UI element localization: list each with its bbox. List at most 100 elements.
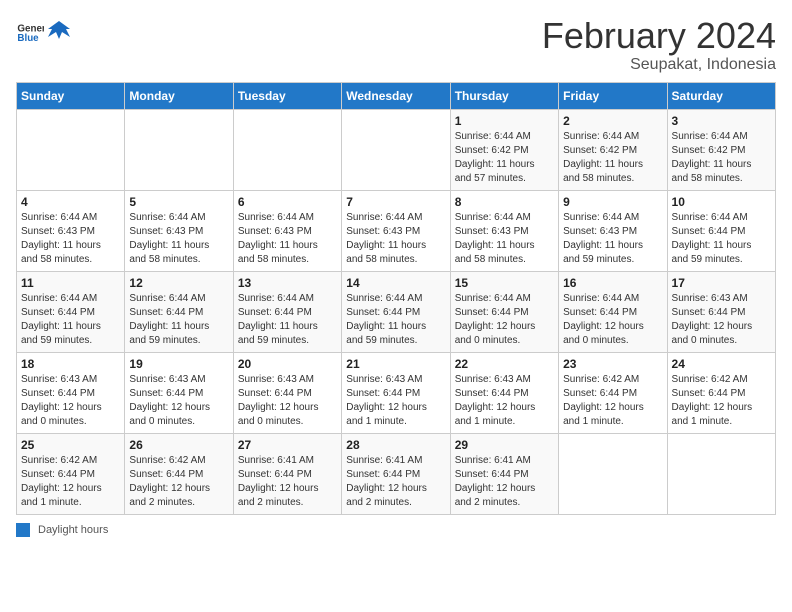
calendar-day-cell: 2Sunrise: 6:44 AM Sunset: 6:42 PM Daylig… — [559, 109, 667, 190]
calendar-day-cell: 10 Sunrise: 6:44 AM Sunset: 6:44 PM Dayli… — [667, 190, 775, 271]
day-number: 17 — [672, 276, 771, 290]
day-number: 8 — [455, 195, 554, 209]
day-info: Sunrise: 6:44 AM Sunset: 6:44 PM Dayligh… — [672, 211, 771, 267]
calendar-week-row: 4 Sunrise: 6:44 AM Sunset: 6:43 PM Daylig… — [17, 190, 776, 271]
calendar-day-cell: 1Sunrise: 6:44 AM Sunset: 6:42 PM Daylig… — [450, 109, 558, 190]
calendar-day-cell: 3 Sunrise: 6:44 AM Sunset: 6:42 PM Daylig… — [667, 109, 775, 190]
calendar-day-cell: 11 Sunrise: 6:44 AM Sunset: 6:44 PM Dayli… — [17, 271, 125, 352]
day-info: Sunrise: 6:44 AM Sunset: 6:44 PM Dayligh… — [455, 292, 554, 348]
calendar-day-cell — [342, 109, 450, 190]
day-info: Sunrise: 6:43 AM Sunset: 6:44 PM Dayligh… — [238, 373, 337, 429]
day-number: 20 — [238, 357, 337, 371]
day-number: 7 — [346, 195, 445, 209]
day-number: 9 — [563, 195, 662, 209]
calendar-day-cell: 5 Sunrise: 6:44 AM Sunset: 6:43 PM Daylig… — [125, 190, 233, 271]
weekday-header-cell: Sunday — [17, 82, 125, 109]
day-info: Sunrise: 6:43 AM Sunset: 6:44 PM Dayligh… — [346, 373, 445, 429]
day-info: Sunrise: 6:43 AM Sunset: 6:44 PM Dayligh… — [21, 373, 120, 429]
day-number: 18 — [21, 357, 120, 371]
calendar-day-cell: 16 Sunrise: 6:44 AM Sunset: 6:44 PM Dayli… — [559, 271, 667, 352]
calendar-day-cell — [667, 433, 775, 514]
day-info: Sunrise: 6:44 AM Sunset: 6:43 PM Dayligh… — [129, 211, 228, 267]
calendar-week-row: 1 Sunrise: 6:44 AM Sunset: 6:42 PM Daylig… — [17, 109, 776, 190]
day-number: 11 — [21, 276, 120, 290]
legend-label: Daylight hours — [38, 524, 108, 536]
calendar-day-cell: 23 Sunrise: 6:42 AM Sunset: 6:44 PM Dayli… — [559, 352, 667, 433]
calendar-day-cell: 12Sunrise: 6:44 AM Sunset: 6:44 PM Dayli… — [125, 271, 233, 352]
page-header: General Blue February 2024 Seupakat, Ind… — [16, 16, 776, 74]
calendar-day-cell: 9 Sunrise: 6:44 AM Sunset: 6:43 PM Daylig… — [559, 190, 667, 271]
day-info: Sunrise: 6:42 AM Sunset: 6:44 PM Dayligh… — [21, 454, 120, 510]
calendar-week-row: 18 Sunrise: 6:43 AM Sunset: 6:44 PM Dayli… — [17, 352, 776, 433]
calendar-day-cell: 19 Sunrise: 6:43 AM Sunset: 6:44 PM Dayli… — [125, 352, 233, 433]
calendar-day-cell: 25Sunrise: 6:42 AM Sunset: 6:44 PM Dayli… — [17, 433, 125, 514]
weekday-header-cell: Wednesday — [342, 82, 450, 109]
location-title: Seupakat, Indonesia — [542, 56, 776, 74]
calendar-day-cell: 13 Sunrise: 6:44 AM Sunset: 6:44 PM Dayli… — [233, 271, 341, 352]
day-info: Sunrise: 6:44 AM Sunset: 6:42 PM Dayligh… — [672, 130, 771, 186]
day-number: 14 — [346, 276, 445, 290]
legend-area: Daylight hours — [16, 523, 776, 537]
day-info: Sunrise: 6:42 AM Sunset: 6:44 PM Dayligh… — [563, 373, 662, 429]
day-info: Sunrise: 6:43 AM Sunset: 6:44 PM Dayligh… — [129, 373, 228, 429]
day-info: Sunrise: 6:43 AM Sunset: 6:44 PM Dayligh… — [455, 373, 554, 429]
day-info: Sunrise: 6:44 AM Sunset: 6:44 PM Dayligh… — [346, 292, 445, 348]
day-info: Sunrise: 6:44 AM Sunset: 6:43 PM Dayligh… — [455, 211, 554, 267]
calendar-day-cell — [17, 109, 125, 190]
calendar-day-cell: 4 Sunrise: 6:44 AM Sunset: 6:43 PM Daylig… — [17, 190, 125, 271]
calendar-day-cell — [233, 109, 341, 190]
calendar-day-cell — [559, 433, 667, 514]
day-number: 24 — [672, 357, 771, 371]
day-number: 21 — [346, 357, 445, 371]
day-number: 29 — [455, 438, 554, 452]
day-number: 3 — [672, 114, 771, 128]
day-number: 10 — [672, 195, 771, 209]
day-number: 22 — [455, 357, 554, 371]
day-number: 15 — [455, 276, 554, 290]
day-number: 13 — [238, 276, 337, 290]
day-info: Sunrise: 6:44 AM Sunset: 6:44 PM Dayligh… — [563, 292, 662, 348]
weekday-header-cell: Thursday — [450, 82, 558, 109]
calendar-day-cell — [125, 109, 233, 190]
day-info: Sunrise: 6:42 AM Sunset: 6:44 PM Dayligh… — [672, 373, 771, 429]
calendar-day-cell: 27 Sunrise: 6:41 AM Sunset: 6:44 PM Dayli… — [233, 433, 341, 514]
legend-box — [16, 523, 30, 537]
calendar-week-row: 25Sunrise: 6:42 AM Sunset: 6:44 PM Dayli… — [17, 433, 776, 514]
calendar-day-cell: 26Sunrise: 6:42 AM Sunset: 6:44 PM Dayli… — [125, 433, 233, 514]
day-info: Sunrise: 6:42 AM Sunset: 6:44 PM Dayligh… — [129, 454, 228, 510]
day-info: Sunrise: 6:44 AM Sunset: 6:43 PM Dayligh… — [21, 211, 120, 267]
calendar-body: 1 Sunrise: 6:44 AM Sunset: 6:42 PM Daylig… — [17, 109, 776, 514]
day-info: Sunrise: 6:43 AM Sunset: 6:44 PM Dayligh… — [672, 292, 771, 348]
day-number: 27 — [238, 438, 337, 452]
day-info: Sunrise: 6:44 AM Sunset: 6:42 PM Dayligh… — [563, 130, 662, 186]
calendar-day-cell: 18 Sunrise: 6:43 AM Sunset: 6:44 PM Dayli… — [17, 352, 125, 433]
calendar-day-cell: 8 Sunrise: 6:44 AM Sunset: 6:43 PM Daylig… — [450, 190, 558, 271]
calendar-table: SundayMondayTuesdayWednesdayThursdayFrid… — [16, 82, 776, 515]
weekday-header-row: SundayMondayTuesdayWednesdayThursdayFrid… — [17, 82, 776, 109]
day-info: Sunrise: 6:44 AM Sunset: 6:43 PM Dayligh… — [346, 211, 445, 267]
day-number: 4 — [21, 195, 120, 209]
day-number: 1 — [455, 114, 554, 128]
weekday-header-cell: Friday — [559, 82, 667, 109]
day-number: 19 — [129, 357, 228, 371]
day-number: 23 — [563, 357, 662, 371]
day-number: 5 — [129, 195, 228, 209]
calendar-day-cell: 6Sunrise: 6:44 AM Sunset: 6:43 PM Daylig… — [233, 190, 341, 271]
day-info: Sunrise: 6:41 AM Sunset: 6:44 PM Dayligh… — [455, 454, 554, 510]
calendar-day-cell: 28Sunrise: 6:41 AM Sunset: 6:44 PM Dayli… — [342, 433, 450, 514]
day-info: Sunrise: 6:44 AM Sunset: 6:43 PM Dayligh… — [563, 211, 662, 267]
day-number: 16 — [563, 276, 662, 290]
calendar-day-cell: 15 Sunrise: 6:44 AM Sunset: 6:44 PM Dayli… — [450, 271, 558, 352]
day-info: Sunrise: 6:41 AM Sunset: 6:44 PM Dayligh… — [238, 454, 337, 510]
calendar-day-cell: 22 Sunrise: 6:43 AM Sunset: 6:44 PM Dayli… — [450, 352, 558, 433]
title-area: February 2024 Seupakat, Indonesia — [542, 16, 776, 74]
day-info: Sunrise: 6:44 AM Sunset: 6:44 PM Dayligh… — [238, 292, 337, 348]
calendar-day-cell: 24 Sunrise: 6:42 AM Sunset: 6:44 PM Dayli… — [667, 352, 775, 433]
svg-text:Blue: Blue — [17, 33, 39, 44]
calendar-day-cell: 14 Sunrise: 6:44 AM Sunset: 6:44 PM Dayli… — [342, 271, 450, 352]
calendar-day-cell: 20 Sunrise: 6:43 AM Sunset: 6:44 PM Dayli… — [233, 352, 341, 433]
calendar-day-cell: 17 Sunrise: 6:43 AM Sunset: 6:44 PM Dayli… — [667, 271, 775, 352]
calendar-week-row: 11 Sunrise: 6:44 AM Sunset: 6:44 PM Dayli… — [17, 271, 776, 352]
month-title: February 2024 — [542, 16, 776, 56]
day-info: Sunrise: 6:44 AM Sunset: 6:44 PM Dayligh… — [21, 292, 120, 348]
